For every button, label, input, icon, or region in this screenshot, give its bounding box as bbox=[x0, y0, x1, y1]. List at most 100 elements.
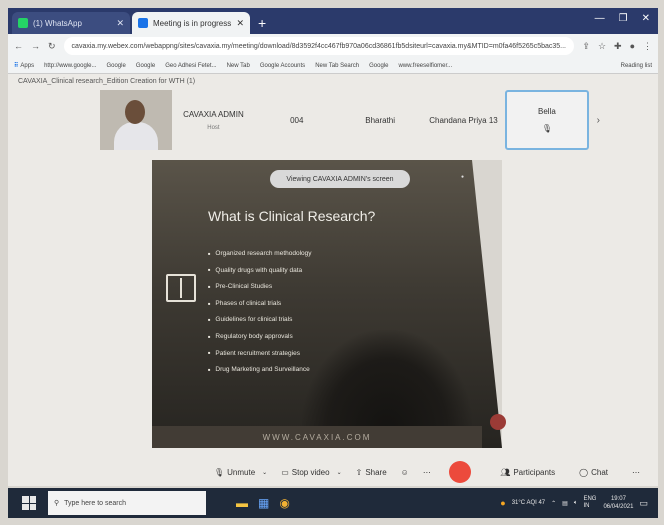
bookmark-item[interactable]: New Tab Search bbox=[315, 63, 359, 69]
bookmark-item[interactable]: Google bbox=[106, 63, 125, 69]
windows-taskbar: ⚲ Type here to search ▬ ▦ ◉ ● 31°C AQI 4… bbox=[8, 488, 658, 518]
share-screen-icon: ⇧ bbox=[355, 467, 363, 477]
floating-self-view-avatar[interactable] bbox=[490, 414, 506, 430]
window-controls: — ❐ ✕ bbox=[587, 13, 658, 30]
apps-icon: ⠿ bbox=[14, 63, 19, 69]
participant-tile[interactable]: CAVAXIA ADMIN Host bbox=[172, 90, 255, 150]
start-square bbox=[22, 503, 29, 510]
participant-tile-selected[interactable]: Bella 🎙︎ bbox=[505, 90, 589, 150]
bookmark-item[interactable]: Google bbox=[369, 63, 388, 69]
clock-date: 06/04/2021 bbox=[603, 504, 634, 510]
participant-tile[interactable]: 004 bbox=[255, 90, 338, 150]
bookmark-apps[interactable]: ⠿ Apps bbox=[14, 62, 34, 69]
tab-webex-meeting[interactable]: Meeting is in progress ✕ bbox=[132, 12, 250, 34]
search-icon: ⚲ bbox=[54, 500, 60, 507]
weather-icon: ● bbox=[500, 498, 506, 508]
share-button[interactable]: ⇧ Share bbox=[356, 468, 387, 477]
taskbar-apps: ▬ ▦ ◉ bbox=[236, 496, 290, 510]
participant-name: 004 bbox=[290, 115, 304, 125]
person-body bbox=[114, 122, 158, 150]
volume-icon[interactable]: 🔈︎ bbox=[574, 500, 578, 507]
start-square bbox=[22, 496, 29, 503]
participant-tile[interactable]: Chandana Priya 13 bbox=[422, 90, 505, 150]
tab-whatsapp[interactable]: (1) WhatsApp ✕ bbox=[12, 12, 130, 34]
start-square bbox=[29, 496, 36, 503]
new-tab-button[interactable]: + bbox=[258, 15, 266, 31]
participant-name: Bharathi bbox=[365, 115, 396, 125]
close-icon[interactable]: ✕ bbox=[236, 18, 244, 29]
muted-mic-icon: 🎙︎ bbox=[541, 124, 552, 133]
participant-name: CAVAXIA ADMIN bbox=[183, 109, 244, 119]
reactions-icon[interactable]: ☺ bbox=[401, 468, 409, 477]
share-icon[interactable]: ⇪ bbox=[582, 41, 590, 52]
host-video-thumbnail[interactable] bbox=[100, 90, 172, 150]
address-bar: ← → ↻ cavaxia.my.webex.com/webappng/site… bbox=[8, 34, 658, 58]
menu-icon[interactable]: ⋮ bbox=[643, 41, 652, 52]
start-square bbox=[29, 503, 36, 510]
stop-video-button[interactable]: ▭ Stop video ⌄ bbox=[281, 468, 341, 477]
participants-icon: 👥︎ bbox=[500, 467, 511, 477]
slide-bullet: Guidelines for clinical trials bbox=[208, 316, 312, 323]
participant-name: Chandana Priya 13 bbox=[429, 115, 498, 125]
notifications-icon[interactable]: ▭ bbox=[639, 498, 648, 509]
chevron-down-icon[interactable]: ⌄ bbox=[262, 469, 267, 476]
chevron-right-icon[interactable]: › bbox=[597, 115, 600, 126]
bookmark-item[interactable]: http://www.google... bbox=[44, 63, 96, 69]
language-indicator[interactable]: ENG IN bbox=[583, 496, 597, 510]
weather-text[interactable]: 31°C AQI 47 bbox=[512, 500, 545, 506]
reading-list[interactable]: Reading list bbox=[621, 63, 652, 69]
bookmarks-bar: ⠿ Apps http://www.google... Google Google… bbox=[8, 58, 658, 74]
slide-bullets: Organized research methodology Quality d… bbox=[208, 250, 312, 383]
chat-button[interactable]: ◯ Chat bbox=[579, 468, 608, 477]
unmute-button[interactable]: 🎙︎ Unmute ⌄ bbox=[214, 468, 267, 477]
end-call-button[interactable] bbox=[448, 461, 471, 483]
camera-icon: ▭ bbox=[281, 467, 289, 477]
bookmark-item[interactable]: Google Accounts bbox=[260, 63, 305, 69]
url-input[interactable]: cavaxia.my.webex.com/webappng/sites/cava… bbox=[63, 37, 575, 55]
chat-icon: ◯ bbox=[579, 467, 589, 477]
star-icon[interactable]: ☆ bbox=[598, 41, 606, 52]
participants-button[interactable]: 👥︎ Participants bbox=[500, 468, 555, 477]
close-window-icon[interactable]: ✕ bbox=[642, 13, 650, 24]
mic-icon: 🎙︎ bbox=[214, 467, 225, 477]
slide-bullet: Organized research methodology bbox=[208, 250, 311, 257]
clock[interactable]: 19:07 06/04/2021 bbox=[603, 495, 633, 511]
puzzle-icon[interactable]: ✚ bbox=[614, 41, 622, 52]
more-options-icon[interactable]: ⋯ bbox=[423, 468, 431, 477]
live-indicator-icon: ● bbox=[460, 174, 464, 180]
bookmark-item[interactable]: www.freeselfiomer... bbox=[398, 63, 452, 69]
store-icon[interactable]: ▦ bbox=[258, 496, 269, 510]
whatsapp-icon bbox=[18, 18, 28, 28]
close-icon[interactable]: ✕ bbox=[116, 18, 124, 29]
person-head bbox=[125, 100, 145, 124]
slide-bullet: Quality drugs with quality data bbox=[208, 267, 312, 274]
maximize-icon[interactable]: ❐ bbox=[619, 13, 628, 24]
tab-title: (1) WhatsApp bbox=[33, 18, 82, 28]
profile-icon[interactable]: ● bbox=[630, 41, 635, 52]
right-controls: 👥︎ Participants ◯ Chat ⋯ bbox=[500, 468, 658, 477]
shared-screen: Viewing CAVAXIA ADMIN's screen ● What is… bbox=[152, 160, 502, 448]
network-icon[interactable]: ▤ bbox=[562, 500, 568, 507]
webex-icon bbox=[138, 18, 148, 28]
bookmark-item[interactable]: Geo Adhesi Fetet... bbox=[165, 63, 216, 69]
slide-footer: WWW.CAVAXIA.COM bbox=[152, 426, 482, 448]
extensions: ⇪ ☆ ✚ ● ⋮ bbox=[582, 41, 652, 52]
minimize-icon[interactable]: — bbox=[595, 13, 605, 24]
reload-icon[interactable]: ↻ bbox=[48, 41, 56, 52]
chevron-down-icon[interactable]: ⌄ bbox=[337, 469, 342, 476]
participant-name: Bella bbox=[538, 107, 556, 116]
tray-chevron-icon[interactable]: ⌃ bbox=[551, 500, 556, 507]
file-explorer-icon[interactable]: ▬ bbox=[236, 496, 248, 510]
slide-edge bbox=[472, 160, 502, 448]
viewing-banner: Viewing CAVAXIA ADMIN's screen bbox=[270, 170, 410, 188]
participant-tile[interactable]: Bharathi bbox=[338, 90, 421, 150]
webex-meeting-page: CAVAXIA_Clinical research_Edition Creati… bbox=[8, 74, 658, 486]
chrome-icon[interactable]: ◉ bbox=[279, 496, 289, 510]
windows-start-icon[interactable] bbox=[18, 492, 40, 514]
forward-icon[interactable]: → bbox=[31, 41, 40, 51]
taskbar-search-input[interactable]: ⚲ Type here to search bbox=[48, 491, 206, 515]
back-icon[interactable]: ← bbox=[14, 41, 23, 51]
bookmark-item[interactable]: Google bbox=[136, 63, 155, 69]
bookmark-item[interactable]: New Tab bbox=[227, 63, 250, 69]
more-options-icon[interactable]: ⋯ bbox=[632, 468, 640, 477]
